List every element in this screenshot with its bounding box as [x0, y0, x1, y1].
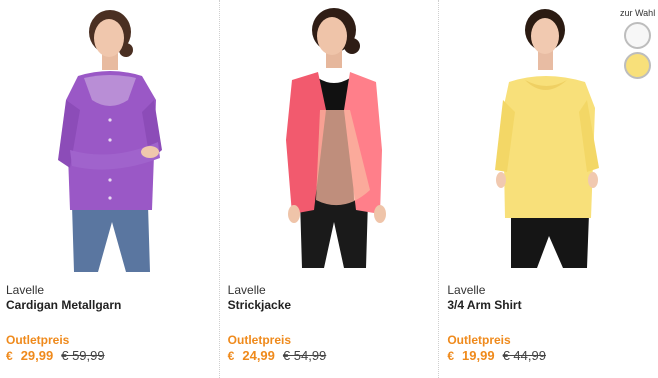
- old-price: € 59,99: [61, 348, 105, 363]
- product-name[interactable]: Cardigan Metallgarn: [6, 298, 121, 312]
- price-row: € 19,99 € 44,99: [447, 348, 546, 364]
- currency-symbol: €: [6, 349, 13, 363]
- product-image[interactable]: [219, 0, 440, 272]
- product-card[interactable]: zur Wahl Lavelle 3/4 Arm Shirt Outletpre…: [438, 0, 658, 378]
- old-price: € 54,99: [282, 348, 327, 363]
- product-name[interactable]: 3/4 Arm Shirt: [447, 298, 521, 312]
- price-label: Outletpreis: [447, 333, 511, 347]
- product-card[interactable]: Lavelle Cardigan Metallgarn Outletpreis …: [0, 0, 220, 378]
- product-name[interactable]: Strickjacke: [228, 298, 291, 312]
- product-image[interactable]: [0, 0, 220, 272]
- product-brand: Lavelle: [447, 283, 486, 297]
- color-swatch-yellow[interactable]: [623, 52, 651, 79]
- product-brand: Lavelle: [6, 283, 45, 297]
- color-swatch-white[interactable]: [623, 22, 651, 49]
- sale-price: 19,99: [462, 348, 495, 363]
- color-choice-label: zur Wahl: [620, 8, 656, 18]
- product-card[interactable]: Lavelle Strickjacke Outletpreis € 24,99 …: [218, 0, 440, 378]
- price-row: € 24,99 € 54,99: [228, 348, 327, 364]
- currency-symbol: €: [447, 349, 455, 363]
- price-label: Outletpreis: [6, 333, 70, 347]
- price-label: Outletpreis: [227, 333, 292, 347]
- color-swatches: zur Wahl: [620, 8, 656, 82]
- sale-price: 24,99: [242, 348, 275, 363]
- price-row: € 29,99 € 59,99: [6, 348, 105, 364]
- sale-price: 29,99: [20, 348, 54, 363]
- old-price: € 44,99: [502, 348, 546, 363]
- product-grid: Lavelle Cardigan Metallgarn Outletpreis …: [0, 0, 658, 378]
- product-brand: Lavelle: [227, 283, 266, 297]
- currency-symbol: €: [227, 349, 235, 363]
